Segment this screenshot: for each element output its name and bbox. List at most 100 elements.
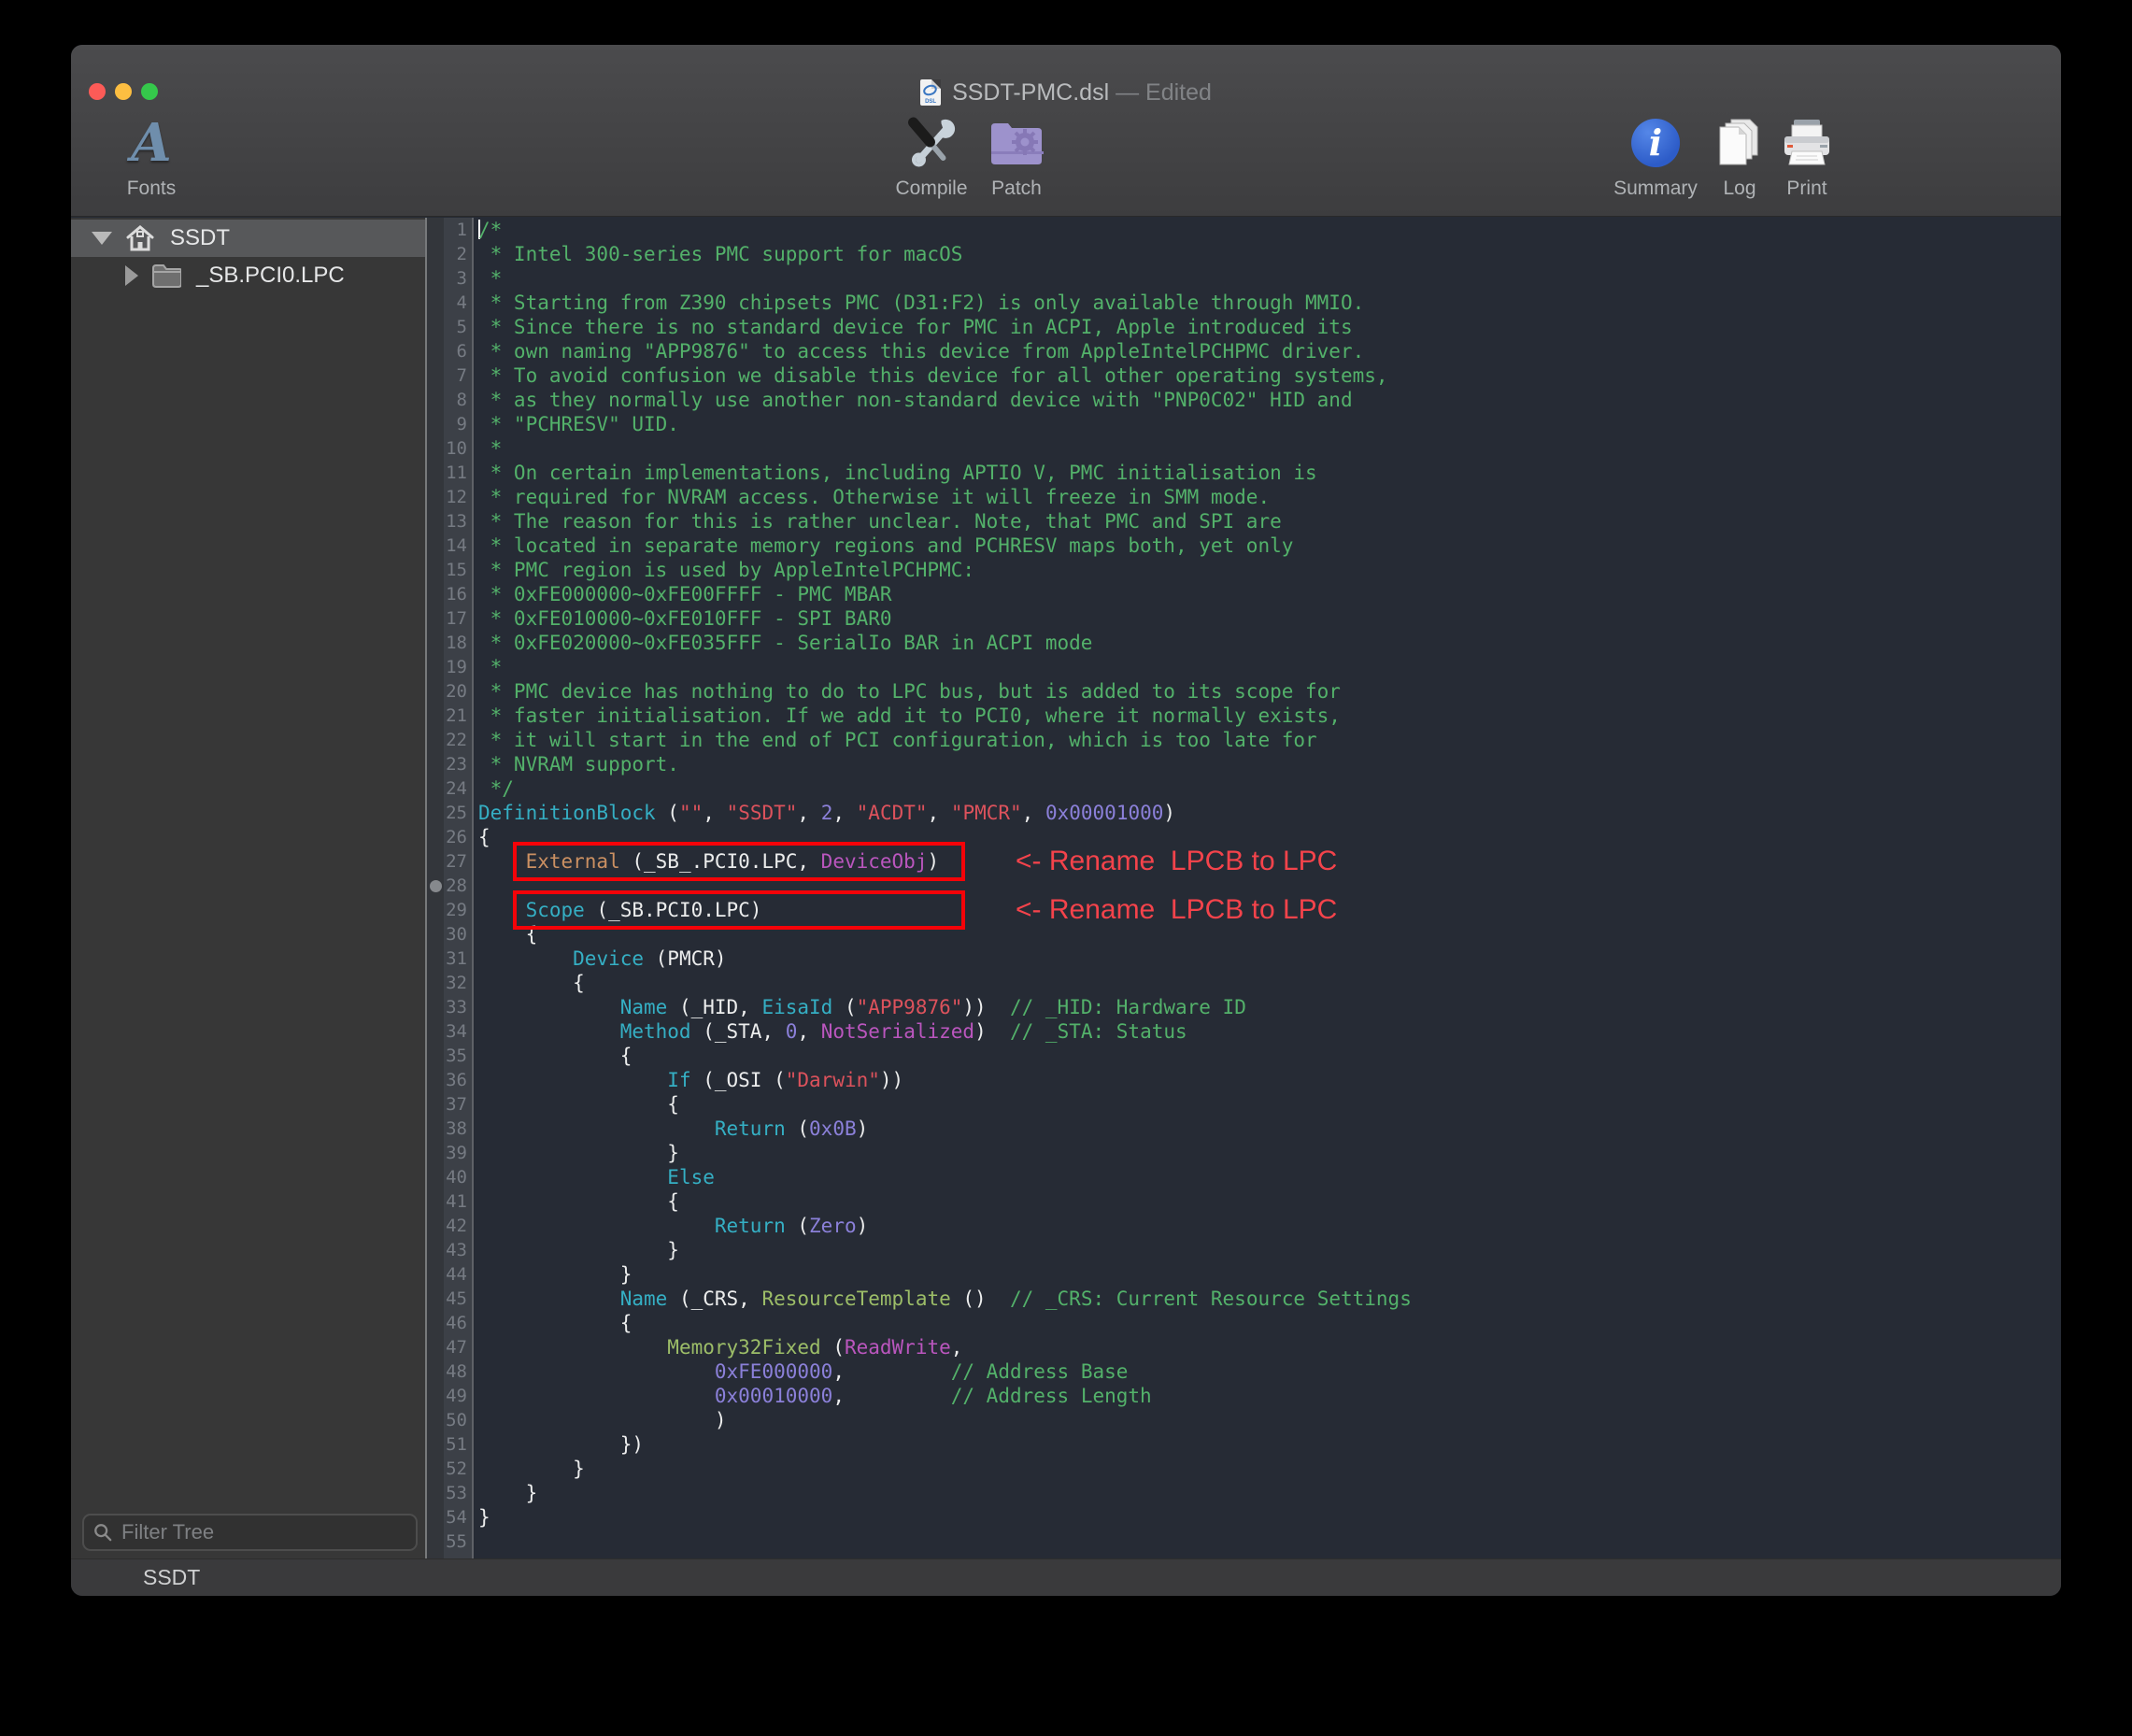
info-icon: i [1631, 119, 1680, 167]
document-name: SSDT-PMC.dsl [952, 79, 1109, 106]
document-icon: DSL [920, 79, 941, 106]
line-number: 16 [444, 582, 472, 606]
line-number: 38 [444, 1117, 472, 1141]
main-content: SSDT _SB.PCI0.LPC [71, 218, 2061, 1558]
folder-icon [151, 263, 181, 288]
chevron-down-icon[interactable] [92, 232, 112, 245]
code-line: * Intel 300-series PMC support for macOS [474, 242, 2061, 266]
code-line: * it will start in the end of PCI config… [474, 728, 2061, 752]
print-button[interactable]: Print [1781, 116, 1833, 200]
line-number: 54 [444, 1505, 472, 1530]
line-number: 14 [444, 534, 472, 558]
line-number: 27 [444, 849, 472, 874]
window-title: SSDT-PMC.dsl — Edited [952, 79, 1212, 107]
line-number: 21 [444, 704, 472, 728]
code-line: * located in separate memory regions and… [474, 534, 2061, 558]
line-number: 32 [444, 971, 472, 995]
search-icon [93, 1522, 112, 1543]
code-line: Return (Zero) [474, 1214, 2061, 1238]
code-line: { [474, 971, 2061, 995]
code-line: * own naming "APP9876" to access this de… [474, 339, 2061, 363]
line-number: 22 [444, 728, 472, 752]
code-editor[interactable]: 1234567891011121314151617181920212223242… [427, 218, 2061, 1558]
line-number: 25 [444, 801, 472, 825]
line-number: 48 [444, 1359, 472, 1384]
code-line: * faster initialisation. If we add it to… [474, 704, 2061, 728]
line-number: 10 [444, 436, 472, 461]
code-line: ) [474, 1408, 2061, 1432]
line-number: 47 [444, 1335, 472, 1359]
code-line: * To avoid confusion we disable this dev… [474, 363, 2061, 388]
sidebar-item-sb-pci0-lpc[interactable]: _SB.PCI0.LPC [71, 257, 425, 294]
line-number: 1 [444, 218, 472, 242]
print-label: Print [1786, 178, 1826, 200]
code-line: Name (_HID, EisaId ("APP9876")) // _HID:… [474, 995, 2061, 1019]
code-line: * "PCHRESV" UID. [474, 412, 2061, 436]
app-window: DSL SSDT-PMC.dsl — Edited A Fonts Compil… [71, 45, 2061, 1596]
code-line: } [474, 1141, 2061, 1165]
chevron-right-icon[interactable] [125, 265, 138, 286]
status-bar: SSDT [71, 1558, 2061, 1596]
code-line: Return (0x0B) [474, 1117, 2061, 1141]
code-line: /* [474, 218, 2061, 242]
code-line: * 0xFE020000~0xFE035FFF - SerialIo BAR i… [474, 631, 2061, 655]
fonts-label: Fonts [127, 178, 177, 200]
tree-item-label: _SB.PCI0.LPC [196, 263, 345, 289]
code-line: Else [474, 1165, 2061, 1189]
line-number: 37 [444, 1092, 472, 1117]
line-marker-dot [430, 880, 442, 892]
line-number: 51 [444, 1432, 472, 1457]
code-line: { [474, 1092, 2061, 1117]
code-line [474, 1530, 2061, 1554]
code-line: Scope (_SB.PCI0.LPC) [474, 898, 2061, 922]
code-column[interactable]: /* * Intel 300-series PMC support for ma… [474, 218, 2061, 1558]
compile-button[interactable]: Compile [895, 116, 967, 200]
line-number: 5 [444, 315, 472, 339]
code-line: 0x00010000, // Address Length [474, 1384, 2061, 1408]
line-number: 20 [444, 679, 472, 704]
line-number: 12 [444, 485, 472, 509]
line-number: 35 [444, 1044, 472, 1068]
line-number: 29 [444, 898, 472, 922]
code-line: * PMC region is used by AppleIntelPCHPMC… [474, 558, 2061, 582]
line-number: 7 [444, 363, 472, 388]
line-number: 36 [444, 1068, 472, 1092]
fonts-button[interactable]: A Fonts [127, 116, 177, 200]
line-number: 53 [444, 1481, 472, 1505]
code-line: * required for NVRAM access. Otherwise i… [474, 485, 2061, 509]
summary-button[interactable]: i Summary [1613, 116, 1698, 200]
filter-tree-input[interactable] [121, 1520, 406, 1544]
code-line: * The reason for this is rather unclear.… [474, 509, 2061, 534]
line-number: 49 [444, 1384, 472, 1408]
log-button[interactable]: Log [1714, 116, 1765, 200]
line-number: 6 [444, 339, 472, 363]
line-number: 34 [444, 1019, 472, 1044]
patch-button[interactable]: Patch [989, 116, 1044, 200]
patch-label: Patch [991, 178, 1042, 200]
line-number: 31 [444, 946, 472, 971]
line-number: 23 [444, 752, 472, 776]
code-line: * [474, 436, 2061, 461]
line-number: 40 [444, 1165, 472, 1189]
compile-icon [905, 116, 958, 170]
code-line: } [474, 1457, 2061, 1481]
sidebar: SSDT _SB.PCI0.LPC [71, 218, 427, 1558]
code-line: */ [474, 776, 2061, 801]
code-line: { [474, 1044, 2061, 1068]
line-number: 19 [444, 655, 472, 679]
code-line: } [474, 1505, 2061, 1530]
tree-item-label: SSDT [170, 225, 230, 251]
line-number: 24 [444, 776, 472, 801]
compile-label: Compile [895, 178, 967, 200]
code-line: * Starting from Z390 chipsets PMC (D31:F… [474, 291, 2061, 315]
sidebar-item-ssdt[interactable]: SSDT [71, 220, 425, 257]
filter-tree-field[interactable] [82, 1514, 418, 1551]
line-number: 15 [444, 558, 472, 582]
code-line: { [474, 825, 2061, 849]
log-label: Log [1723, 178, 1755, 200]
window-header: DSL SSDT-PMC.dsl — Edited A Fonts Compil… [71, 45, 2061, 217]
code-line: } [474, 1262, 2061, 1287]
line-number: 11 [444, 461, 472, 485]
line-number: 45 [444, 1287, 472, 1311]
code-line: 0xFE000000, // Address Base [474, 1359, 2061, 1384]
